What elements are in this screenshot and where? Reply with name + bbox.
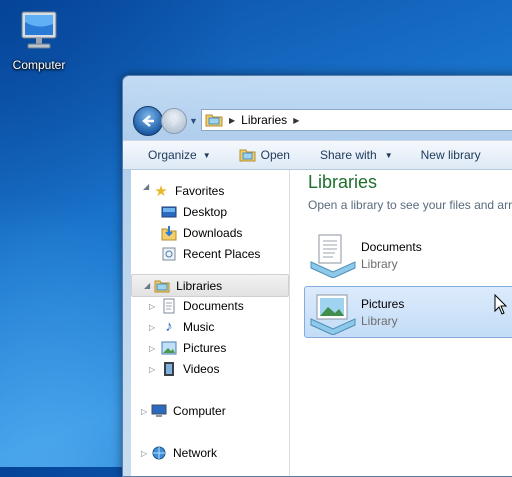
nav-computer-label: Computer [173, 403, 226, 418]
back-arrow-icon [142, 115, 154, 127]
chevron-down-icon: ▼ [202, 150, 211, 160]
music-note-icon: ♪ [165, 318, 173, 335]
breadcrumb-separator-icon[interactable]: ▶ [229, 116, 235, 125]
nav-network-label: Network [173, 445, 218, 460]
documents-icon [161, 298, 177, 314]
videos-icon [161, 361, 177, 377]
nav-favorites[interactable]: ★ Favorites [153, 180, 224, 201]
page-title: Libraries [308, 172, 378, 192]
downloads-icon [161, 225, 177, 241]
computer-icon [151, 403, 167, 419]
library-item-pictures[interactable]: Pictures Library [304, 286, 512, 338]
breadcrumb-libraries[interactable]: Libraries [241, 113, 287, 127]
collapse-arrow-icon[interactable]: ◢ [143, 182, 149, 191]
network-globe-icon [151, 445, 167, 461]
nav-libraries-label: Libraries [176, 278, 223, 293]
computer-label: Computer [12, 58, 66, 72]
page-subtitle: Open a library to see your files and arr… [308, 198, 512, 212]
command-bar: Organize ▼ Open Share with ▼ New library [123, 140, 512, 170]
star-icon: ★ [154, 182, 168, 200]
expand-arrow-icon[interactable]: ▷ [141, 449, 147, 458]
desktop-computer-shortcut[interactable]: Computer [4, 8, 74, 72]
navigation-pane: ◢ ★ Favorites Desktop Downloads Recent P… [131, 170, 290, 476]
collapse-arrow-icon[interactable]: ◢ [144, 281, 150, 290]
nav-documents[interactable]: Documents [161, 295, 244, 316]
forward-arrow-icon [171, 116, 179, 126]
open-label: Open [260, 148, 290, 162]
library-item-name: Documents [361, 240, 422, 254]
expand-arrow-icon[interactable]: ▷ [149, 302, 155, 311]
forward-button[interactable] [161, 108, 187, 134]
nav-videos[interactable]: Videos [161, 358, 219, 379]
expand-arrow-icon[interactable]: ▷ [149, 365, 155, 374]
nav-downloads-label: Downloads [183, 225, 243, 240]
chevron-down-icon: ▼ [384, 150, 393, 160]
nav-music[interactable]: ♪ Music [161, 316, 214, 337]
nav-videos-label: Videos [183, 361, 220, 376]
nav-documents-label: Documents [183, 298, 244, 313]
new-library-button[interactable]: New library [421, 148, 481, 162]
organize-button[interactable]: Organize ▼ [148, 148, 211, 162]
library-item-name: Pictures [361, 297, 405, 311]
nav-favorites-label: Favorites [175, 183, 225, 198]
expand-arrow-icon[interactable]: ▷ [141, 407, 147, 416]
breadcrumb-separator-icon[interactable]: ▶ [293, 116, 299, 125]
nav-desktop[interactable]: Desktop [161, 201, 227, 222]
nav-recent-places-label: Recent Places [183, 246, 261, 261]
nav-libraries[interactable]: ◢ Libraries [131, 274, 289, 297]
recent-places-icon [161, 246, 177, 262]
navigation-row: ▼ ▶ Libraries ▶ [131, 106, 512, 136]
nav-pictures[interactable]: Pictures [161, 337, 226, 358]
new-library-label: New library [420, 148, 481, 162]
libraries-folder-icon [205, 114, 223, 127]
recent-pages-dropdown-icon[interactable]: ▼ [189, 116, 198, 126]
nav-network[interactable]: Network [151, 442, 217, 463]
nav-desktop-label: Desktop [183, 204, 228, 219]
nav-music-label: Music [183, 319, 215, 334]
pictures-icon [161, 340, 177, 356]
nav-downloads[interactable]: Downloads [161, 222, 242, 243]
nav-pictures-label: Pictures [183, 340, 227, 355]
expand-arrow-icon[interactable]: ▷ [149, 323, 155, 332]
computer-icon [21, 11, 57, 49]
library-item-type: Library [361, 257, 398, 271]
expand-arrow-icon[interactable]: ▷ [149, 344, 155, 353]
share-with-button[interactable]: Share with ▼ [320, 148, 393, 162]
mouse-pointer-icon [494, 294, 508, 315]
back-button[interactable] [133, 106, 163, 136]
library-item-type: Library [361, 314, 398, 328]
nav-recent-places[interactable]: Recent Places [161, 243, 260, 264]
address-bar[interactable]: ▶ Libraries ▶ [201, 109, 512, 131]
open-button[interactable]: Open [239, 148, 290, 162]
documents-library-icon [310, 234, 356, 278]
libraries-folder-icon [154, 278, 170, 294]
share-with-label: Share with [319, 148, 377, 162]
library-item-documents[interactable]: Documents Library [305, 230, 512, 280]
desktop-icon [161, 204, 177, 220]
nav-computer[interactable]: Computer [151, 400, 226, 421]
organize-label: Organize [148, 148, 197, 162]
open-folder-icon [239, 149, 256, 162]
pictures-library-icon [310, 294, 356, 335]
